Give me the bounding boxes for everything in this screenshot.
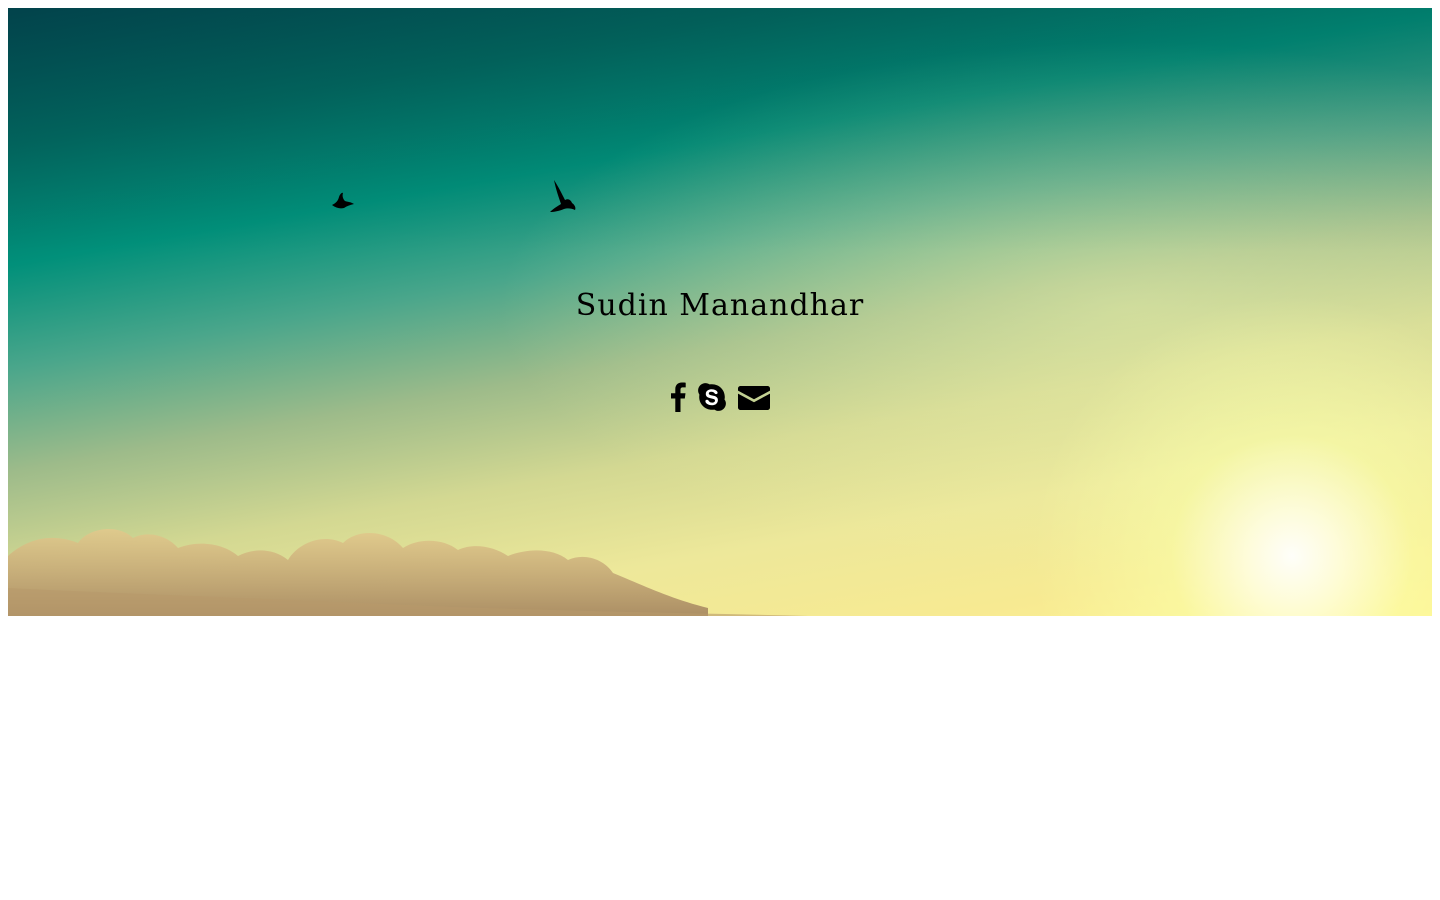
skype-link[interactable]	[698, 383, 726, 411]
facebook-link[interactable]	[670, 382, 686, 412]
envelope-icon	[738, 386, 770, 410]
bird-small	[332, 192, 354, 209]
email-link[interactable]	[738, 384, 770, 410]
page-title: Sudin Manandhar	[575, 288, 865, 323]
social-links	[8, 382, 1432, 412]
facebook-icon	[671, 382, 686, 412]
bird-large	[550, 180, 576, 212]
hero-banner: Sudin Manandhar	[8, 8, 1432, 616]
skype-icon	[698, 383, 726, 411]
